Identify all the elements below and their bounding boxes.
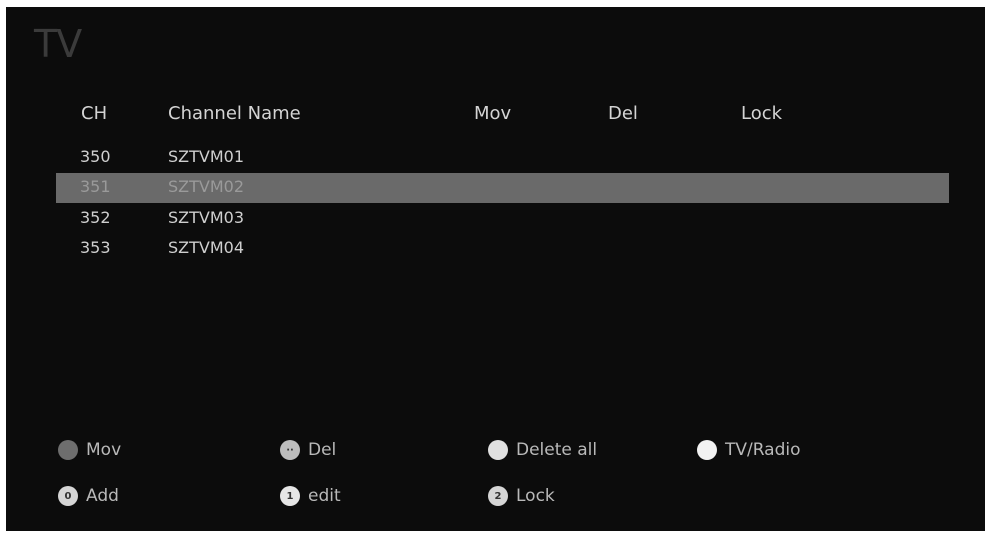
footer-edit[interactable]: 1 edit	[280, 484, 341, 508]
channel-number: 352	[80, 208, 111, 227]
column-header-del: Del	[608, 103, 638, 124]
footer-lock[interactable]: 2 Lock	[488, 484, 555, 508]
blue-button-icon	[697, 440, 717, 460]
footer-delete-all-label: Delete all	[516, 440, 598, 460]
footer-add-label: Add	[86, 486, 119, 506]
green-button-icon: ··	[280, 440, 300, 460]
two-button-icon: 2	[488, 486, 508, 506]
column-header-lock: Lock	[741, 103, 783, 124]
yellow-button-icon	[488, 440, 508, 460]
column-header-channel-name: Channel Name	[168, 103, 301, 124]
channel-name: SZTVM02	[168, 177, 244, 196]
channel-row[interactable]: 353 SZTVM04	[56, 234, 949, 264]
footer-delete-all[interactable]: Delete all	[488, 438, 597, 462]
channel-number: 350	[80, 147, 111, 166]
footer-mov-label: Mov	[86, 440, 122, 460]
footer-del-label: Del	[308, 440, 337, 460]
footer-mov[interactable]: Mov	[58, 438, 121, 462]
channel-name: SZTVM04	[168, 238, 244, 257]
one-button-icon: 1	[280, 486, 300, 506]
channel-row[interactable]: 352 SZTVM03	[56, 204, 949, 234]
channel-number: 353	[80, 238, 111, 257]
footer-add[interactable]: 0 Add	[58, 484, 119, 508]
footer-tv-radio-label: TV/Radio	[725, 440, 801, 460]
channel-row[interactable]: 350 SZTVM01	[56, 143, 949, 173]
page-title: TV	[34, 22, 82, 66]
channel-name: SZTVM01	[168, 147, 244, 166]
column-header-mov: Mov	[474, 103, 512, 124]
footer-tv-radio[interactable]: TV/Radio	[697, 438, 801, 462]
red-button-icon	[58, 440, 78, 460]
channel-row-selected[interactable]: 351 SZTVM02	[56, 173, 949, 203]
channel-edit-screen: TV CH Channel Name Mov Del Lock 350 SZTV…	[6, 7, 985, 531]
channel-number: 351	[80, 177, 111, 196]
zero-button-icon: 0	[58, 486, 78, 506]
column-header-ch: CH	[81, 103, 108, 124]
footer-del[interactable]: ·· Del	[280, 438, 336, 462]
channel-name: SZTVM03	[168, 208, 244, 227]
footer-edit-label: edit	[308, 486, 341, 506]
footer-lock-label: Lock	[516, 486, 555, 506]
